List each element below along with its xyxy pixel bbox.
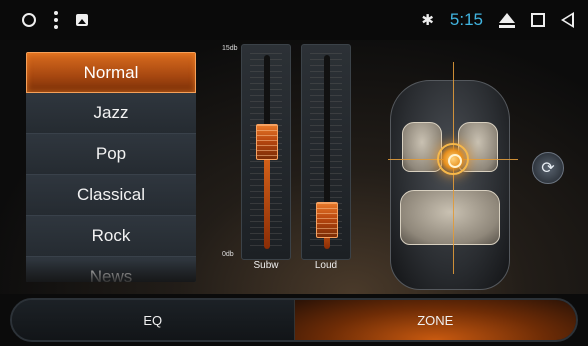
front-left-seat: [402, 122, 442, 172]
back-icon[interactable]: [561, 12, 574, 28]
loudness-slider[interactable]: [301, 44, 351, 260]
scale-top-label: 15db: [222, 45, 238, 52]
preset-item-normal[interactable]: Normal: [26, 52, 196, 93]
eject-icon[interactable]: [499, 12, 515, 28]
preset-item-classical[interactable]: Classical: [26, 175, 196, 216]
bottom-bar: EQ ZONE: [0, 294, 588, 346]
sound-focus-target[interactable]: [437, 143, 469, 175]
main-panel: Normal Jazz Pop Classical Rock News 15db…: [0, 40, 588, 294]
preset-item-news[interactable]: News: [26, 257, 196, 282]
car-zone-map[interactable]: [370, 80, 520, 290]
preset-item-pop[interactable]: Pop: [26, 134, 196, 175]
subwoofer-label: Subw: [253, 260, 279, 271]
loudness-knob[interactable]: [316, 201, 338, 238]
car-body: [390, 80, 510, 290]
circle-icon[interactable]: [22, 13, 36, 27]
subwoofer-knob[interactable]: [256, 124, 278, 161]
loudness-label: Loud: [314, 260, 338, 271]
tab-zone[interactable]: ZONE: [294, 300, 576, 340]
status-bar: ✱ 5:15: [0, 0, 588, 40]
rotate-icon[interactable]: ⟳: [532, 152, 564, 184]
tab-eq[interactable]: EQ: [12, 300, 295, 340]
subwoofer-slider[interactable]: [241, 44, 291, 260]
square-icon[interactable]: [531, 13, 545, 27]
more-vertical-icon[interactable]: [54, 11, 58, 29]
status-time: 5:15: [449, 10, 483, 29]
scale-bottom-label: 0db: [222, 251, 234, 258]
preset-item-jazz[interactable]: Jazz: [26, 93, 196, 134]
bluetooth-icon: ✱: [421, 12, 434, 29]
gallery-icon[interactable]: [76, 14, 88, 26]
preset-list[interactable]: Normal Jazz Pop Classical Rock News: [26, 52, 196, 282]
tab-bar: EQ ZONE: [10, 298, 578, 342]
preset-item-rock[interactable]: Rock: [26, 216, 196, 257]
rear-seat: [400, 190, 500, 245]
